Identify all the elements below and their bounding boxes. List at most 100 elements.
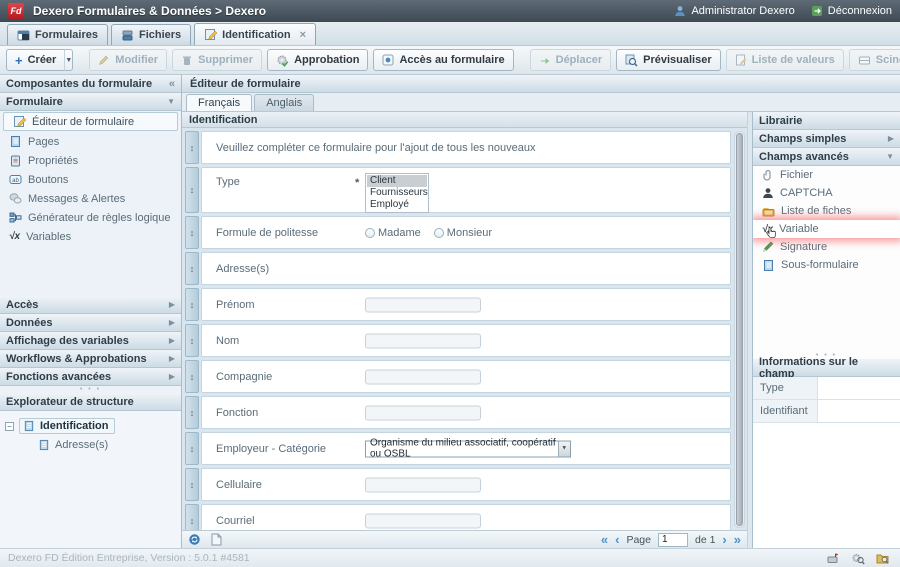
preview-button[interactable]: Prévisualiser	[616, 49, 721, 71]
close-tab-icon[interactable]: ×	[300, 29, 306, 41]
value-list-button[interactable]: Liste de valeurs	[726, 49, 844, 71]
approval-button[interactable]: Approbation	[267, 49, 368, 71]
left-panel-header[interactable]: Composantes du formulaire «	[0, 75, 181, 93]
field-row-cellulaire[interactable]: ↕ Cellulaire	[185, 468, 731, 501]
field-row-compagnie[interactable]: ↕ Compagnie	[185, 360, 731, 393]
field-row-type[interactable]: ↕ Type * Client Fournisseurs Employé	[185, 167, 731, 213]
field-row-adresses[interactable]: ↕ Adresse(s)	[185, 252, 731, 285]
drag-handle[interactable]: ↕	[185, 360, 199, 393]
main-tabstrip: Formulaires Fichiers Identification ×	[0, 22, 900, 46]
employeur-select[interactable]: Organisme du milieu associatif, coopérat…	[365, 440, 571, 457]
gear-search-icon[interactable]	[851, 552, 865, 565]
section-acces[interactable]: Accès ▶	[0, 296, 181, 314]
next-page-button[interactable]: ›	[722, 535, 726, 545]
field-row-politesse[interactable]: ↕ Formule de politesse Madame Monsieur	[185, 216, 731, 249]
field-row-nom[interactable]: ↕ Nom	[185, 324, 731, 357]
collapse-panel-icon[interactable]: «	[169, 78, 175, 90]
sidebar-item-proprietes[interactable]: Propriétés	[0, 151, 181, 170]
field-row-courriel[interactable]: ↕ Courriel	[185, 504, 731, 530]
library-item-signature[interactable]: Signature	[753, 238, 900, 256]
drag-handle[interactable]: ↕	[185, 432, 199, 465]
field-label: Fonction	[216, 407, 258, 419]
drag-icon: ↕	[190, 408, 195, 418]
first-page-button[interactable]: «	[601, 535, 608, 545]
create-button[interactable]: + Créer	[6, 49, 65, 71]
drag-handle[interactable]: ↕	[185, 216, 199, 249]
tab-francais[interactable]: Français	[186, 94, 252, 111]
library-item-liste-de-fiches[interactable]: Liste de fiches	[753, 202, 900, 220]
vertical-scrollbar[interactable]	[734, 131, 745, 528]
user-icon	[674, 5, 686, 17]
sidebar-item-editeur-de-formulaire[interactable]: Éditeur de formulaire	[3, 112, 178, 131]
listbox-option[interactable]: Employé	[367, 199, 427, 211]
tab-fichiers[interactable]: Fichiers	[111, 24, 191, 45]
sidebar-item-pages[interactable]: Pages	[0, 132, 181, 151]
drag-handle[interactable]: ↕	[185, 252, 199, 285]
move-button[interactable]: Déplacer	[530, 49, 611, 71]
folder-search-icon[interactable]	[876, 552, 890, 565]
library-item-variable[interactable]: √x Variable	[753, 220, 900, 238]
tree-collapse-icon[interactable]: −	[5, 422, 14, 431]
field-row-prenom[interactable]: ↕ Prénom	[185, 288, 731, 321]
sidebar-item-boutons[interactable]: ab Boutons	[0, 170, 181, 189]
drag-handle[interactable]: ↕	[185, 288, 199, 321]
sidebar-item-generateur-regles[interactable]: Générateur de règles logique	[0, 208, 181, 227]
notification-flag-icon[interactable]	[826, 552, 840, 565]
tree-node-adresses[interactable]: Adresse(s)	[38, 439, 176, 451]
user-menu[interactable]: Administrator Dexero	[674, 5, 794, 17]
nom-input[interactable]	[365, 333, 481, 348]
logout-button[interactable]: Déconnexion	[811, 5, 892, 17]
sidebar-item-messages-alertes[interactable]: Messages & Alertes	[0, 189, 181, 208]
structure-explorer-header[interactable]: Explorateur de structure	[0, 393, 181, 411]
tree-node-identification[interactable]: Identification	[19, 418, 115, 434]
page-input[interactable]	[658, 533, 688, 547]
library-item-sous-formulaire[interactable]: Sous-formulaire	[753, 256, 900, 274]
refresh-icon[interactable]	[188, 533, 201, 546]
cellulaire-input[interactable]	[365, 477, 481, 492]
split-button[interactable]: Scinder	[849, 49, 900, 71]
field-row-fonction[interactable]: ↕ Fonction	[185, 396, 731, 429]
sidebar-item-variables[interactable]: √x Variables	[0, 227, 181, 246]
edit-button[interactable]: Modifier	[89, 49, 167, 71]
drag-handle[interactable]: ↕	[185, 324, 199, 357]
section-affichage-variables[interactable]: Affichage des variables ▶	[0, 332, 181, 350]
drag-handle[interactable]: ↕	[185, 131, 199, 164]
radio-madame[interactable]	[365, 228, 375, 238]
listbox-option[interactable]: Client	[367, 175, 427, 187]
scrollbar-thumb[interactable]	[736, 133, 743, 526]
listbox-option[interactable]: Fournisseurs	[367, 187, 427, 199]
fonction-input[interactable]	[365, 405, 481, 420]
drag-handle[interactable]: ↕	[185, 167, 199, 213]
section-champs-avances[interactable]: Champs avancés ▼	[753, 148, 900, 166]
export-page-icon[interactable]	[210, 533, 222, 546]
select-arrow-icon[interactable]: ▼	[558, 441, 570, 456]
section-formulaire[interactable]: Formulaire ▼	[0, 93, 181, 111]
form-access-button[interactable]: Accès au formulaire	[373, 49, 513, 71]
radio-monsieur[interactable]	[434, 228, 444, 238]
tab-formulaires[interactable]: Formulaires	[7, 24, 108, 45]
compagnie-input[interactable]	[365, 369, 481, 384]
create-dropdown-button[interactable]: ▼	[64, 49, 73, 71]
section-workflows[interactable]: Workflows & Approbations ▶	[0, 350, 181, 368]
drag-handle[interactable]: ↕	[185, 396, 199, 429]
field-row-intro[interactable]: ↕ Veuillez compléter ce formulaire pour …	[185, 131, 731, 164]
last-page-button[interactable]: »	[734, 535, 741, 545]
prev-page-button[interactable]: ‹	[615, 535, 619, 545]
preview-label: Prévisualiser	[643, 54, 712, 66]
tree-node-label: Adresse(s)	[55, 439, 108, 451]
drag-handle[interactable]: ↕	[185, 504, 199, 530]
field-row-employeur[interactable]: ↕ Employeur - Catégorie Organisme du mil…	[185, 432, 731, 465]
section-fonctions-avancees[interactable]: Fonctions avancées ▶	[0, 368, 181, 386]
courriel-input[interactable]	[365, 513, 481, 528]
section-champs-simples[interactable]: Champs simples ▶	[753, 130, 900, 148]
type-listbox[interactable]: Client Fournisseurs Employé	[365, 173, 429, 213]
drag-handle[interactable]: ↕	[185, 468, 199, 501]
library-item-captcha[interactable]: CAPTCHA	[753, 184, 900, 202]
prenom-input[interactable]	[365, 297, 481, 312]
section-donnees[interactable]: Données ▶	[0, 314, 181, 332]
panel-splitter[interactable]: • • •	[0, 386, 181, 393]
tab-anglais[interactable]: Anglais	[254, 94, 314, 111]
delete-button[interactable]: Supprimer	[172, 49, 262, 71]
tab-identification[interactable]: Identification ×	[194, 23, 316, 45]
library-item-fichier[interactable]: Fichier	[753, 166, 900, 184]
